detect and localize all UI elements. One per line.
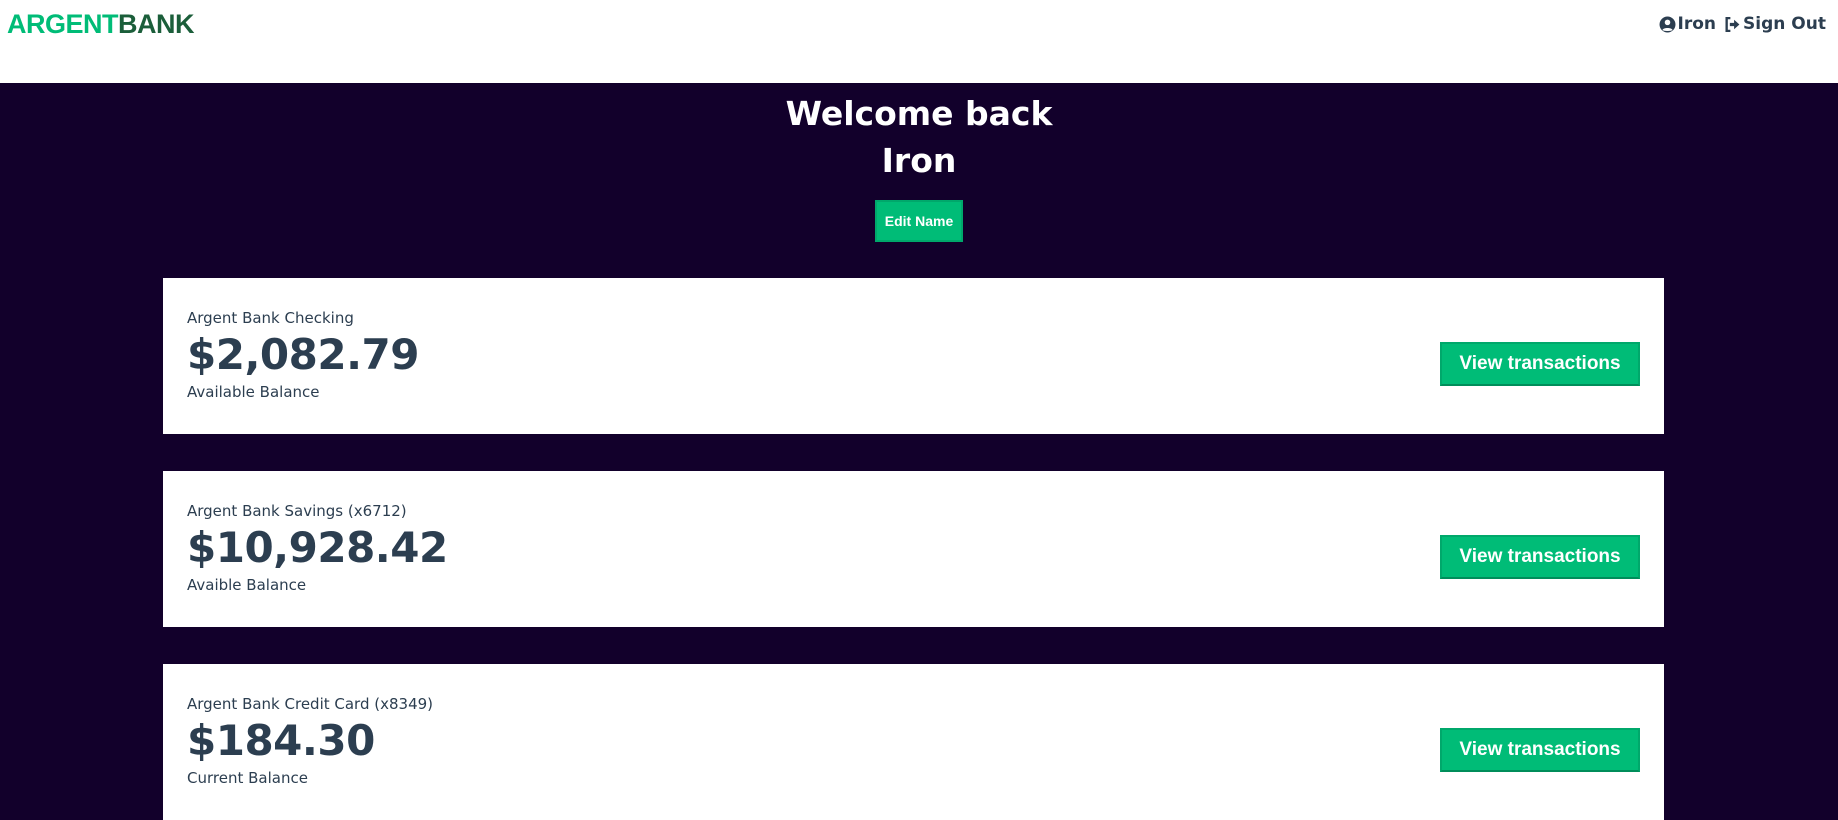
logo-text-bank: BANK [118,8,195,39]
account-amount-description: Current Balance [187,769,308,787]
account-title: Argent Bank Checking [187,309,354,327]
account-amount: $184.30 [187,716,375,765]
nav-user-links: Iron Sign Out [1659,14,1826,34]
view-transactions-button[interactable]: View transactions [1440,535,1640,579]
argent-bank-logo[interactable]: ARGENT BANK [7,8,195,39]
sign-out-icon [1724,16,1741,33]
user-name-heading: Iron [881,141,957,180]
user-profile-link[interactable]: Iron [1659,14,1717,34]
view-transactions-button[interactable]: View transactions [1440,342,1640,386]
account-info: Argent Bank Savings (x6712) $10,928.42 A… [187,501,448,595]
user-name-label: Iron [1677,14,1717,34]
account-title: Argent Bank Savings (x6712) [187,502,407,520]
user-circle-icon [1659,16,1676,33]
account-amount: $2,082.79 [187,330,419,379]
account-title: Argent Bank Credit Card (x8349) [187,695,434,713]
account-amount: $10,928.42 [187,523,448,572]
account-amount-description: Available Balance [187,383,320,401]
welcome-title: Welcome back [785,94,1053,133]
sign-out-label: Sign Out [1743,14,1826,34]
view-transactions-button[interactable]: View transactions [1440,728,1640,772]
sign-out-link[interactable]: Sign Out [1724,14,1826,34]
account-card-credit: Argent Bank Credit Card (x8349) $184.30 … [163,664,1664,820]
account-info: Argent Bank Credit Card (x8349) $184.30 … [187,694,433,788]
account-card-checking: Argent Bank Checking $2,082.79 Available… [163,278,1664,434]
account-card-savings: Argent Bank Savings (x6712) $10,928.42 A… [163,471,1664,627]
account-amount-description: Avaible Balance [187,576,307,594]
logo-text-argent: ARGENT [7,8,119,39]
welcome-header: Welcome back Iron Edit Name [0,83,1838,242]
main-content: Welcome back Iron Edit Name Argent Bank … [0,83,1838,820]
main-nav: ARGENT BANK Iron Sign Out [0,0,1838,83]
account-info: Argent Bank Checking $2,082.79 Available… [187,308,419,402]
edit-name-button[interactable]: Edit Name [875,200,963,242]
